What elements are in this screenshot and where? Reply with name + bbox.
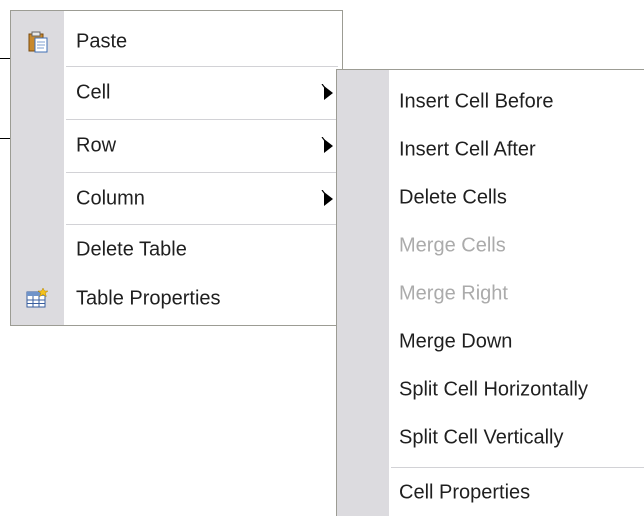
menu-item-label: Delete Table: [76, 238, 187, 261]
menu-item-label: Cell: [76, 81, 111, 104]
submenu-arrow-icon: [321, 83, 335, 102]
menu-item-label: Paste: [76, 30, 128, 53]
submenu-item-delete-cells[interactable]: Delete Cells: [337, 173, 644, 223]
menu-item-label: Row: [76, 134, 117, 157]
submenu-item-cell-properties[interactable]: Cell Properties: [337, 468, 644, 518]
menu-item-label: Table Properties: [76, 287, 221, 310]
table-properties-icon: [26, 287, 49, 310]
menu-separator: [66, 172, 338, 173]
menu-item-label: Column: [76, 187, 145, 210]
submenu-item-insert-cell-after[interactable]: Insert Cell After: [337, 125, 644, 175]
clipboard-icon: [27, 31, 49, 53]
menu-item-table-properties[interactable]: Table Properties: [11, 274, 342, 324]
table-context-menu: Paste Cell Row Column Delete Table Table…: [10, 10, 343, 326]
menu-item-column[interactable]: Column: [11, 174, 342, 224]
menu-separator: [66, 66, 338, 67]
menu-item-cell[interactable]: Cell: [11, 68, 342, 118]
menu-item-label: Merge Cells: [399, 234, 506, 257]
menu-item-paste[interactable]: Paste: [11, 17, 342, 67]
submenu-arrow-icon: [321, 136, 335, 155]
submenu-item-merge-down[interactable]: Merge Down: [337, 317, 644, 367]
submenu-item-split-cell-horizontally[interactable]: Split Cell Horizontally: [337, 365, 644, 415]
menu-item-label: Merge Down: [399, 330, 513, 353]
menu-item-label: Insert Cell Before: [399, 90, 554, 113]
menu-item-label: Delete Cells: [399, 186, 507, 209]
menu-item-label: Split Cell Horizontally: [399, 378, 588, 401]
menu-item-row[interactable]: Row: [11, 121, 342, 171]
submenu-arrow-icon: [321, 189, 335, 208]
submenu-item-insert-cell-before[interactable]: Insert Cell Before: [337, 77, 644, 127]
menu-item-label: Merge Right: [399, 282, 508, 305]
menu-item-label: Cell Properties: [399, 481, 531, 504]
cell-submenu: Insert Cell Before Insert Cell After Del…: [336, 69, 644, 516]
menu-item-delete-table[interactable]: Delete Table: [11, 225, 342, 275]
submenu-item-merge-right: Merge Right: [337, 269, 644, 319]
menu-item-label: Split Cell Vertically: [399, 426, 564, 449]
menu-separator: [66, 119, 338, 120]
submenu-item-merge-cells: Merge Cells: [337, 221, 644, 271]
menu-item-label: Insert Cell After: [399, 138, 536, 161]
submenu-item-split-cell-vertically[interactable]: Split Cell Vertically: [337, 413, 644, 463]
